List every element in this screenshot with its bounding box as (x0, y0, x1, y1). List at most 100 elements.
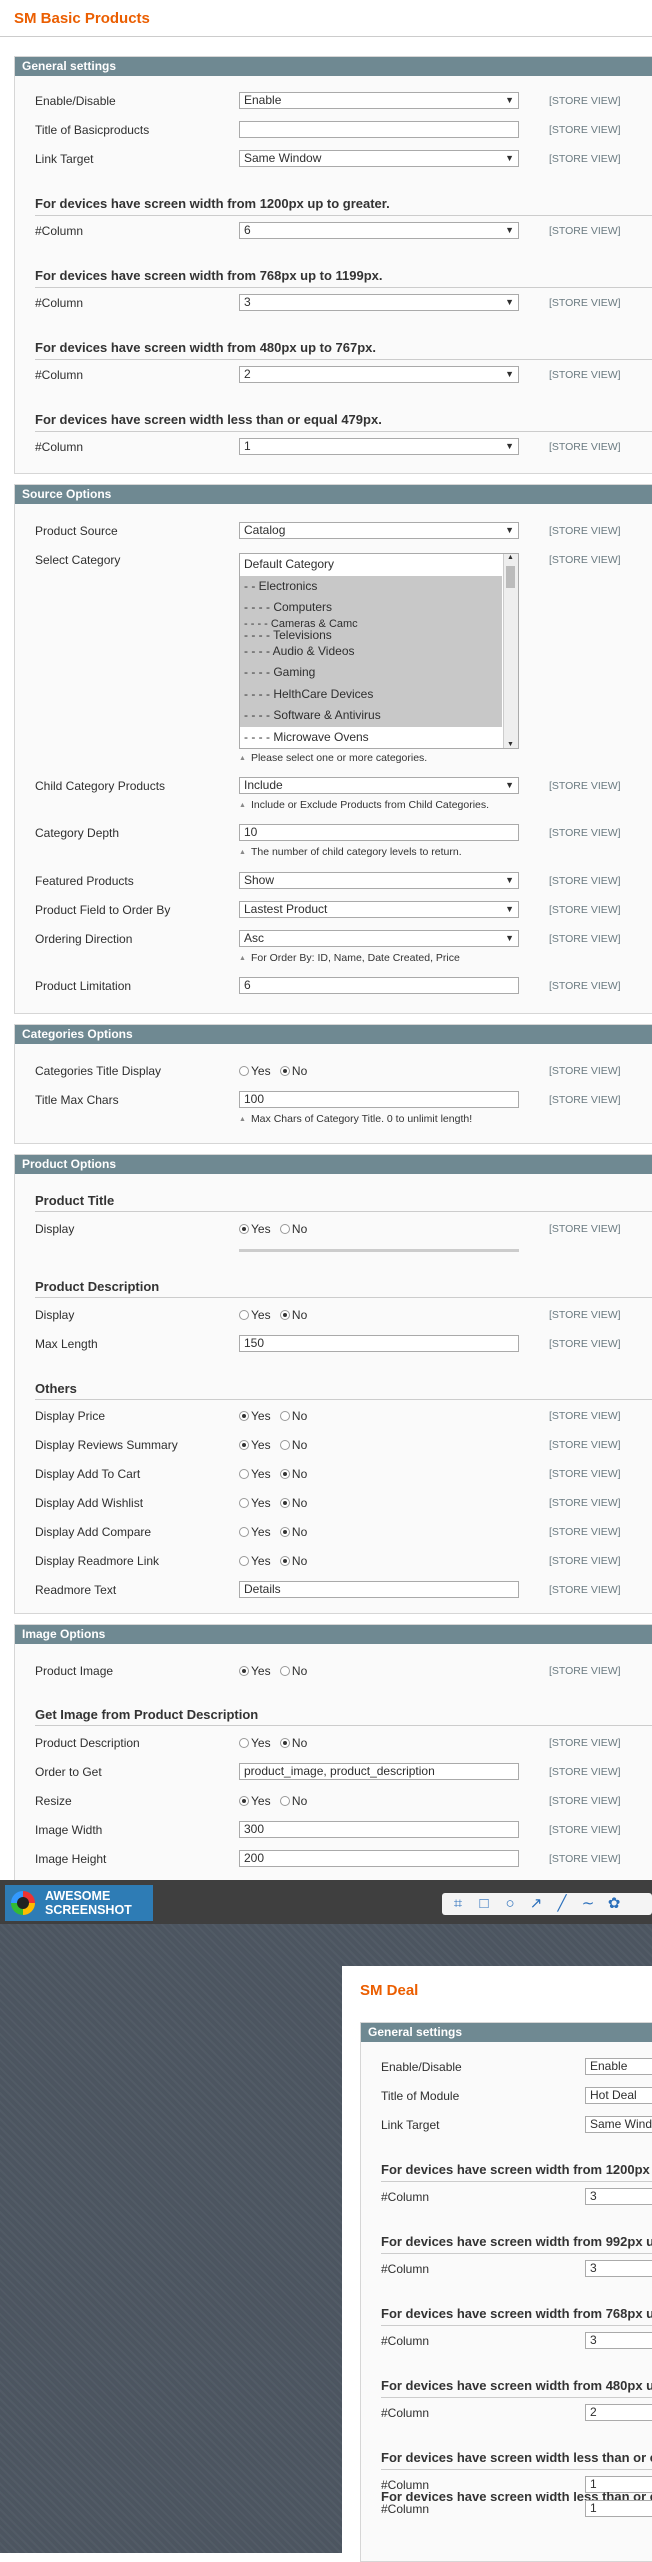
radio-no[interactable]: No (279, 1496, 308, 1510)
col480-select[interactable]: 2 ▼ (239, 366, 519, 383)
radio-no[interactable]: No (279, 1554, 307, 1568)
compare-row: Display Add Compare Yes No [STORE VIEW] (15, 1522, 652, 1544)
radio-no[interactable]: No (279, 1222, 307, 1236)
category-listbox[interactable]: Default Category - - Electronics - - - -… (239, 553, 519, 749)
list-item[interactable]: - - - - Cameras & Camc (240, 618, 502, 629)
h479-heading: For devices have screen width less than … (35, 412, 382, 427)
deal-col2-select[interactable]: 3 (585, 2260, 652, 2277)
store-view-label: [STORE VIEW] (549, 1497, 621, 1509)
list-item[interactable]: - - - - Computers (240, 597, 502, 619)
wishlist-row: Display Add Wishlist Yes No [STORE VIEW] (15, 1493, 652, 1515)
section-header[interactable]: Source Options (15, 485, 652, 504)
list-item[interactable]: - - - - Televisions (240, 628, 502, 641)
radio-no[interactable]: No (279, 1736, 307, 1750)
list-item[interactable]: - - Electronics (240, 575, 502, 597)
link-select[interactable]: Same Window ▼ (239, 150, 519, 167)
order-field-select[interactable]: Lastest Product ▼ (239, 901, 519, 918)
list-item[interactable]: - - - - Software & Antivirus (240, 705, 502, 727)
readmore-text-input[interactable]: Details (239, 1581, 519, 1598)
radio-yes[interactable]: Yes (239, 1496, 271, 1510)
radio-no[interactable]: No (279, 1794, 307, 1808)
radio-yes[interactable]: Yes (239, 1064, 271, 1078)
radio-yes[interactable]: Yes (239, 1308, 271, 1322)
list-item[interactable]: - - - - Audio & Videos (240, 640, 502, 662)
radio-no[interactable]: No (279, 1664, 307, 1678)
list-item[interactable]: - - - - HelthCare Devices (240, 683, 502, 705)
col1200-select[interactable]: 6 ▼ (239, 222, 519, 239)
section-header[interactable]: General settings (15, 57, 652, 76)
section-header[interactable]: Categories Options (15, 1025, 652, 1044)
deal-link-select[interactable]: Same Wind (585, 2116, 652, 2133)
depth-input[interactable]: 10 (239, 824, 519, 841)
radio-yes[interactable]: Yes (239, 1554, 271, 1568)
resize-label: Resize (35, 1794, 72, 1808)
chevron-down-icon: ▼ (505, 225, 514, 235)
title-input[interactable] (239, 121, 519, 138)
radio-yes[interactable]: Yes (239, 1525, 271, 1539)
arrow-icon[interactable]: ↗ (526, 1895, 546, 1913)
enable-select[interactable]: Enable ▼ (239, 92, 519, 109)
no-label: No (291, 1496, 308, 1510)
radio-yes[interactable]: Yes (239, 1409, 271, 1423)
order-get-input[interactable]: product_image, product_description (239, 1763, 519, 1780)
list-item[interactable]: Default Category (240, 554, 502, 576)
radio-yes[interactable]: Yes (239, 1794, 271, 1808)
deal-title-input[interactable]: Hot Deal (585, 2087, 652, 2104)
height-input[interactable]: 200 (239, 1850, 519, 1867)
radio-no[interactable]: No (279, 1064, 307, 1078)
deal-col1-select[interactable]: 3 (585, 2188, 652, 2205)
radio-yes[interactable]: Yes (239, 1736, 271, 1750)
radio-yes[interactable]: Yes (239, 1664, 271, 1678)
line-icon[interactable]: ╱ (552, 1895, 572, 1913)
from-desc-heading: Get Image from Product Description (35, 1707, 259, 1722)
radio-no[interactable]: No (279, 1308, 308, 1322)
list-item[interactable]: - - - - Gaming (240, 662, 502, 684)
max-chars-input[interactable]: 100 (239, 1091, 519, 1108)
child-select[interactable]: Include ▼ (239, 777, 519, 794)
order-field-value: Lastest Product (244, 902, 328, 916)
chevron-down-icon: ▼ (507, 741, 514, 748)
deal-col5-select[interactable]: 1 (585, 2476, 652, 2493)
cart-row: Display Add To Cart Yes No [STORE VIEW] (15, 1464, 652, 1486)
ellipse-icon[interactable]: ○ (500, 1895, 520, 1913)
deal-col4-select[interactable]: 2 (585, 2404, 652, 2421)
section-header[interactable]: General settings (361, 2023, 652, 2042)
scrollbar[interactable]: ▲ ▼ (503, 554, 518, 748)
radio-yes[interactable]: Yes (239, 1222, 271, 1236)
radio-yes[interactable]: Yes (239, 1438, 271, 1452)
no-label: No (291, 1308, 308, 1322)
list-item[interactable]: - - - - Microwave Ovens (240, 727, 502, 749)
radio-no[interactable]: No (279, 1438, 307, 1452)
radio-no[interactable]: No (279, 1409, 307, 1423)
yes-label: Yes (251, 1664, 271, 1678)
featured-select[interactable]: Show ▼ (239, 872, 519, 889)
max-chars-label: Title Max Chars (35, 1093, 119, 1107)
deal-col6-select[interactable]: 1 (585, 2500, 652, 2517)
order-dir-value: Asc (244, 931, 265, 945)
radio-yes[interactable]: Yes (239, 1467, 271, 1481)
store-view-label: [STORE VIEW] (549, 1824, 621, 1836)
crop-icon[interactable]: ⌗ (448, 1895, 468, 1913)
blur-icon[interactable]: ✿ (604, 1895, 624, 1913)
col480-row: #Column 2 ▼ [STORE VIEW] (15, 365, 652, 387)
pen-icon[interactable]: ∼ (578, 1895, 598, 1913)
maxlen-input[interactable]: 150 (239, 1335, 519, 1352)
width-input[interactable]: 300 (239, 1821, 519, 1838)
deal-enable-select[interactable]: Enable (585, 2058, 652, 2075)
product-source-select[interactable]: Catalog ▼ (239, 522, 519, 539)
order-dir-select[interactable]: Asc ▼ (239, 930, 519, 947)
col768-select[interactable]: 3 ▼ (239, 294, 519, 311)
cat-display-radio: Yes No (239, 1064, 313, 1078)
section-header[interactable]: Image Options (15, 1625, 652, 1644)
col479-select[interactable]: 1 ▼ (239, 438, 519, 455)
scrollbar-thumb[interactable] (506, 566, 515, 588)
divider (35, 1399, 652, 1400)
section-header[interactable]: Product Options (15, 1155, 652, 1174)
radio-no[interactable]: No (279, 1525, 307, 1539)
column-label: #Column (381, 2190, 430, 2204)
limit-input[interactable]: 6 (239, 977, 519, 994)
radio-no[interactable]: No (279, 1467, 307, 1481)
rectangle-icon[interactable]: □ (474, 1895, 494, 1913)
title-display-row: Display Yes No [STORE VIEW] (15, 1219, 652, 1241)
deal-col3-select[interactable]: 3 (585, 2332, 652, 2349)
